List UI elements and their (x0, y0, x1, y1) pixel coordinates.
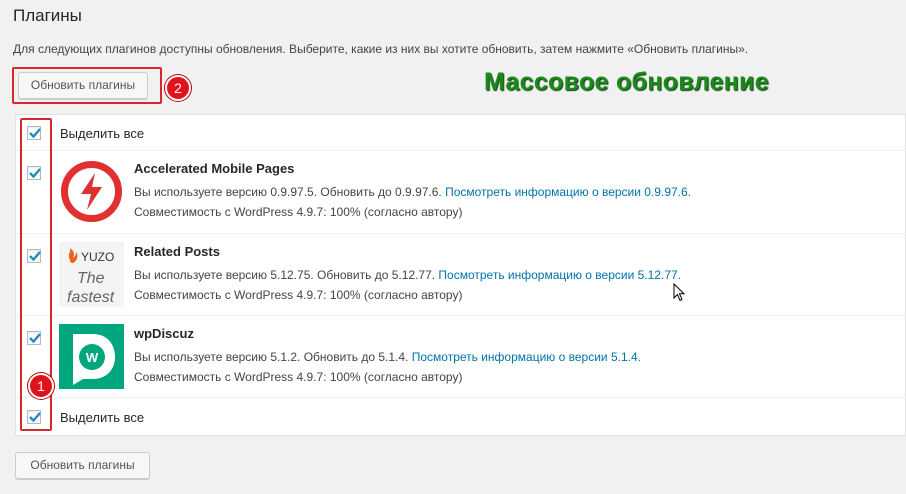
plugin-name: wpDiscuz (134, 326, 194, 341)
plugin-version-line: Вы используете версию 5.12.75. Обновить … (134, 268, 681, 282)
plugin-version-line: Вы используете версию 5.1.2. Обновить до… (134, 350, 641, 364)
select-all-label-bottom: Выделить все (60, 410, 145, 425)
update-description: Для следующих плагинов доступны обновлен… (13, 42, 749, 56)
plugin-name: Related Posts (134, 244, 220, 259)
plugin-compat-text: Совместимость с WordPress 4.9.7: 100% (с… (134, 288, 463, 302)
plugin-row: W wpDiscuz Вы используете версию 5.1.2. … (16, 316, 906, 398)
plugin-row: YUZO The fastest Related Posts Вы исполь… (16, 234, 906, 316)
plugin-version-text: Вы используете версию 5.12.75. Обновить … (134, 268, 439, 282)
annotation-badge-2: 2 (165, 75, 191, 101)
select-all-row-bottom: Выделить все (16, 398, 906, 436)
annotation-frame-button (12, 67, 162, 104)
plugin-name: Accelerated Mobile Pages (134, 161, 295, 176)
yuzo-line-1: The (77, 270, 105, 287)
plugin-details-link[interactable]: Посмотреть информацию о версии 0.9.97.6. (445, 185, 691, 199)
amp-lightning-icon (59, 159, 124, 224)
plugin-compat-text: Совместимость с WordPress 4.9.7: 100% (с… (134, 205, 463, 219)
select-all-row-top: Выделить все (16, 115, 906, 151)
wpdiscuz-logo-icon: W (59, 324, 124, 389)
plugin-details-link[interactable]: Посмотреть информацию о версии 5.12.77. (438, 268, 681, 282)
wpdiscuz-letter: W (86, 350, 99, 365)
plugin-row: Accelerated Mobile Pages Вы используете … (16, 151, 906, 234)
page-title: Плагины (13, 6, 82, 25)
yuzo-logo-icon: YUZO The fastest (59, 242, 124, 307)
yuzo-line-2: fastest (67, 289, 115, 306)
plugin-details-link[interactable]: Посмотреть информацию о версии 5.1.4. (412, 350, 641, 364)
mouse-cursor-icon (673, 283, 686, 302)
plugins-update-table: Выделить все Accelerated Mobile Pages Вы… (15, 114, 906, 436)
update-plugins-button-bottom[interactable]: Обновить плагины (15, 452, 150, 479)
plugin-compat-text: Совместимость с WordPress 4.9.7: 100% (с… (134, 370, 463, 384)
plugin-version-text: Вы используете версию 0.9.97.5. Обновить… (134, 185, 446, 199)
annotation-badge-1: 1 (28, 373, 54, 399)
select-all-label-top: Выделить все (60, 126, 145, 141)
annotation-headline-line-1: Массовое обновление (484, 68, 769, 96)
yuzo-brand-text: YUZO (81, 250, 114, 264)
plugin-version-line: Вы используете версию 0.9.97.5. Обновить… (134, 185, 691, 199)
plugin-version-text: Вы используете версию 5.1.2. Обновить до… (134, 350, 412, 364)
